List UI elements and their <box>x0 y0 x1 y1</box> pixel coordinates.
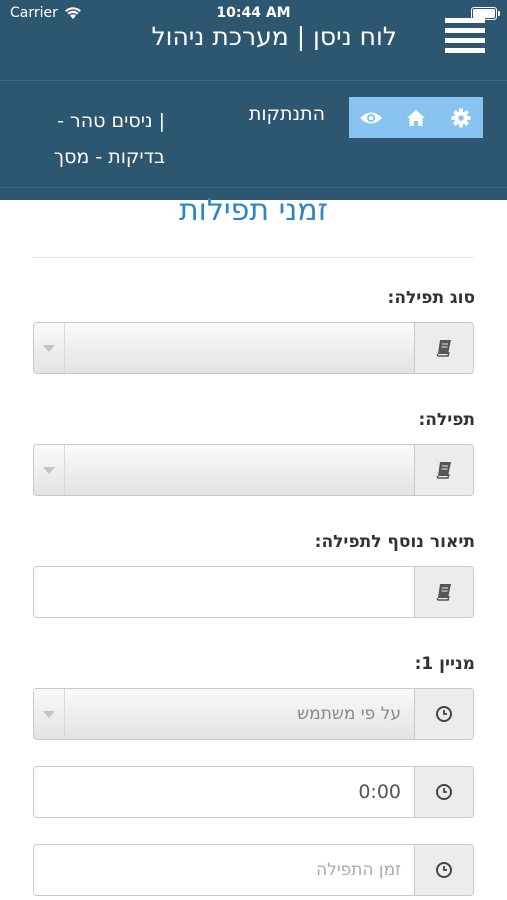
page-title: זמני תפילות <box>178 193 329 228</box>
description-label: תיאור נוסף לתפילה: <box>314 532 475 552</box>
prayer-type-select-area[interactable] <box>34 323 415 373</box>
menu-icon[interactable] <box>445 18 485 53</box>
minyan1-time-input[interactable]: 0:00 <box>33 766 474 818</box>
minyan1-mode-value: על פי משתמש <box>297 704 401 724</box>
prayer-time-placeholder: זמן התפילה <box>316 860 401 880</box>
header-bottom-divider <box>0 187 507 188</box>
prayer-type-label: סוג תפילה: <box>387 288 475 308</box>
prayer-label: תפילה: <box>418 410 475 430</box>
header-icon-bar <box>349 97 483 138</box>
minyan1-mode-select[interactable]: על פי משתמש <box>33 688 474 740</box>
prayer-select[interactable] <box>33 444 474 496</box>
user-info: | ניסים טהר - בדיקות - מסך <box>54 103 165 175</box>
logout-link[interactable]: התנתקות <box>249 103 325 125</box>
user-info-line2: בדיקות - מסך <box>53 146 165 168</box>
minyan1-time-value: 0:00 <box>358 781 401 803</box>
title-divider <box>33 257 474 258</box>
book-icon <box>414 323 473 373</box>
minyan1-mode-select-area[interactable]: על פי משתמש <box>34 689 415 739</box>
header-divider <box>0 80 507 81</box>
caret-down-icon[interactable] <box>34 689 65 739</box>
caret-down-icon[interactable] <box>34 323 65 373</box>
prayer-select-area[interactable] <box>34 445 415 495</box>
caret-down-icon[interactable] <box>34 445 65 495</box>
clock-icon <box>414 845 473 895</box>
book-icon <box>414 445 473 495</box>
user-info-line1: | ניסים טהר - <box>57 110 165 132</box>
eye-icon[interactable] <box>349 97 394 138</box>
description-input[interactable] <box>33 566 474 618</box>
prayer-type-select[interactable] <box>33 322 474 374</box>
home-icon[interactable] <box>394 97 439 138</box>
book-icon <box>414 567 473 617</box>
clock-icon <box>414 689 473 739</box>
status-time: 10:44 AM <box>216 5 291 21</box>
minyan1-label: מניין 1: <box>414 654 475 674</box>
settings-icon[interactable] <box>438 97 483 138</box>
prayer-time-input[interactable]: זמן התפילה <box>33 844 474 896</box>
app-header: Carrier 10:44 AM לוח ניסן | מערכת ניהול … <box>0 0 507 200</box>
app-title: לוח ניסן | מערכת ניהול <box>151 22 397 51</box>
clock-icon <box>414 767 473 817</box>
